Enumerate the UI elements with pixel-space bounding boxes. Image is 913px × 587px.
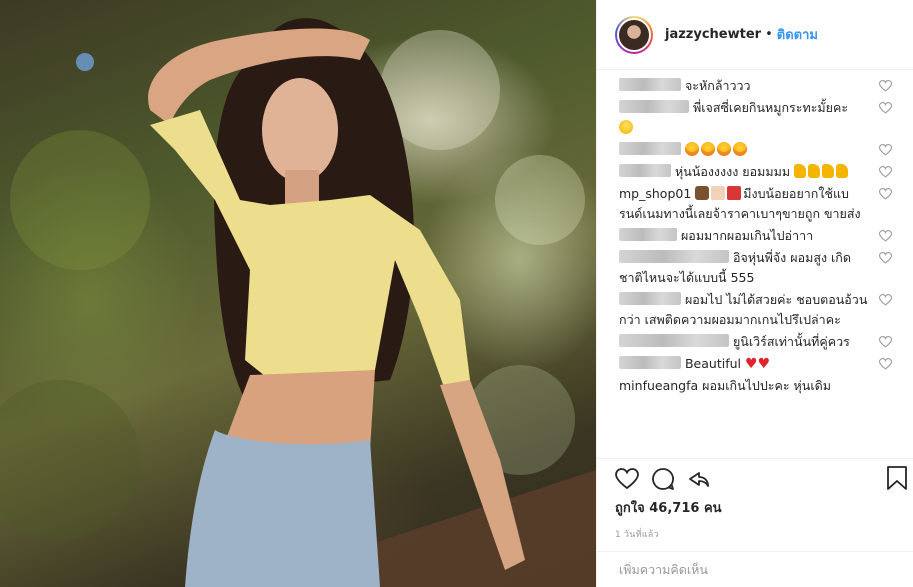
post-photo-illustration	[0, 18, 596, 587]
redacted-username[interactable]	[619, 142, 681, 155]
comment-item: Beautiful ♥♥	[619, 354, 913, 374]
story-ring[interactable]	[615, 15, 653, 54]
redacted-username[interactable]	[619, 164, 671, 177]
avatar[interactable]	[617, 17, 651, 52]
comment-item: อิจหุ่นพี่จัง ผอมสูง เกิดชาติไหนจะได้แบบ…	[619, 248, 913, 288]
comment-like-heart-icon[interactable]	[879, 252, 892, 264]
laugh-emoji-icon	[619, 120, 633, 134]
thumb-emoji-icon	[822, 164, 835, 178]
comment-like-heart-icon[interactable]	[879, 358, 892, 370]
comment-like-heart-icon[interactable]	[879, 80, 892, 92]
comment-text: พี่เจสซี่เคยกินหมูกระทะมั้ยคะ	[692, 100, 849, 115]
comment-item: minfueangfa ผอมเกินไปปะคะ หุ่นเดิม	[619, 376, 913, 396]
star-emoji-icon	[684, 142, 699, 156]
redacted-username[interactable]	[619, 100, 689, 113]
redacted-username[interactable]	[619, 334, 729, 347]
thumb-emoji-icon	[794, 164, 807, 178]
username[interactable]: jazzychewter	[665, 27, 761, 42]
redacted-username[interactable]	[619, 356, 681, 369]
bookmark-icon[interactable]	[886, 465, 908, 495]
comment-like-heart-icon[interactable]	[879, 336, 892, 348]
comment-text: ผอมมากผอมเกินไปอ่าาา	[680, 228, 814, 243]
redacted-username[interactable]	[619, 250, 729, 263]
heart-emoji-icon: ♥	[757, 356, 771, 372]
comment-item: หุ่นน้องงงงง ยอมมมม	[619, 162, 913, 182]
comment-like-heart-icon[interactable]	[879, 230, 892, 242]
heart-icon[interactable]	[615, 468, 639, 490]
share-icon[interactable]	[687, 467, 711, 491]
comment-text: หุ่นน้องงงงง ยอมมมม	[674, 164, 791, 179]
likes-number: 46,716	[649, 501, 700, 516]
gift-emoji-icon	[727, 186, 742, 200]
post-header: jazzychewter • ติดตาม	[597, 0, 913, 70]
comment-like-heart-icon[interactable]	[879, 294, 892, 306]
bag-emoji-icon	[695, 186, 710, 200]
likes-suffix: คน	[703, 501, 722, 516]
star-emoji-icon	[716, 142, 731, 156]
separator-dot: •	[765, 27, 773, 42]
comment-like-heart-icon[interactable]	[879, 102, 892, 114]
comment-text: ผอมเกินไปปะคะ หุ่นเดิม	[702, 378, 831, 393]
thumb-emoji-icon	[836, 164, 849, 178]
comment-icon[interactable]	[651, 467, 675, 491]
comment-like-heart-icon[interactable]	[879, 144, 892, 156]
redacted-username[interactable]	[619, 292, 681, 305]
comment-item	[619, 140, 913, 160]
action-bar: ถูกใจ 46,716 คน 1 วันที่แล้ว	[597, 458, 913, 541]
comment-like-heart-icon[interactable]	[879, 188, 892, 200]
post-sidebar: jazzychewter • ติดตาม จะหักล้าววว พี่เจส…	[596, 0, 913, 587]
like-count[interactable]: ถูกใจ 46,716 คน	[615, 497, 913, 518]
redacted-username[interactable]	[619, 228, 677, 241]
add-comment-bar	[597, 551, 913, 587]
post-timestamp[interactable]: 1 วันที่แล้ว	[615, 527, 913, 541]
box-emoji-icon	[711, 186, 726, 200]
comment-text: จะหักล้าววว	[684, 78, 751, 93]
comment-username[interactable]: minfueangfa	[619, 378, 698, 393]
post-photo[interactable]	[0, 0, 596, 587]
comment-item: ผอมไป ไม่ได้สวยค่ะ ชอบตอนอ้วนกว่า เสพติด…	[619, 290, 913, 330]
star-emoji-icon	[700, 142, 715, 156]
comment-list[interactable]: จะหักล้าววว พี่เจสซี่เคยกินหมูกระทะมั้ยค…	[597, 70, 913, 458]
comment-text: Beautiful	[684, 356, 742, 371]
comment-item: ยูนิเวิร์สเท่านั้นที่คู่ควร	[619, 332, 913, 352]
comment-item: จะหักล้าววว	[619, 76, 913, 96]
star-emoji-icon	[732, 142, 747, 156]
comment-item: mp_shop01 มีงบน้อยอยากใช้แบรนด์เนมทางนี้…	[619, 184, 913, 224]
follow-button[interactable]: ติดตาม	[777, 24, 818, 45]
comment-input[interactable]	[619, 562, 879, 577]
action-icons	[615, 461, 913, 497]
likes-prefix: ถูกใจ	[615, 501, 645, 516]
thumb-emoji-icon	[808, 164, 821, 178]
redacted-username[interactable]	[619, 78, 681, 91]
comment-text: ยูนิเวิร์สเท่านั้นที่คู่ควร	[732, 334, 850, 349]
comment-item: ผอมมากผอมเกินไปอ่าาา	[619, 226, 913, 246]
comment-username[interactable]: mp_shop01	[619, 186, 691, 201]
comment-like-heart-icon[interactable]	[879, 166, 892, 178]
heart-emoji-icon: ♥	[745, 356, 758, 372]
comment-item: พี่เจสซี่เคยกินหมูกระทะมั้ยคะ	[619, 98, 913, 138]
